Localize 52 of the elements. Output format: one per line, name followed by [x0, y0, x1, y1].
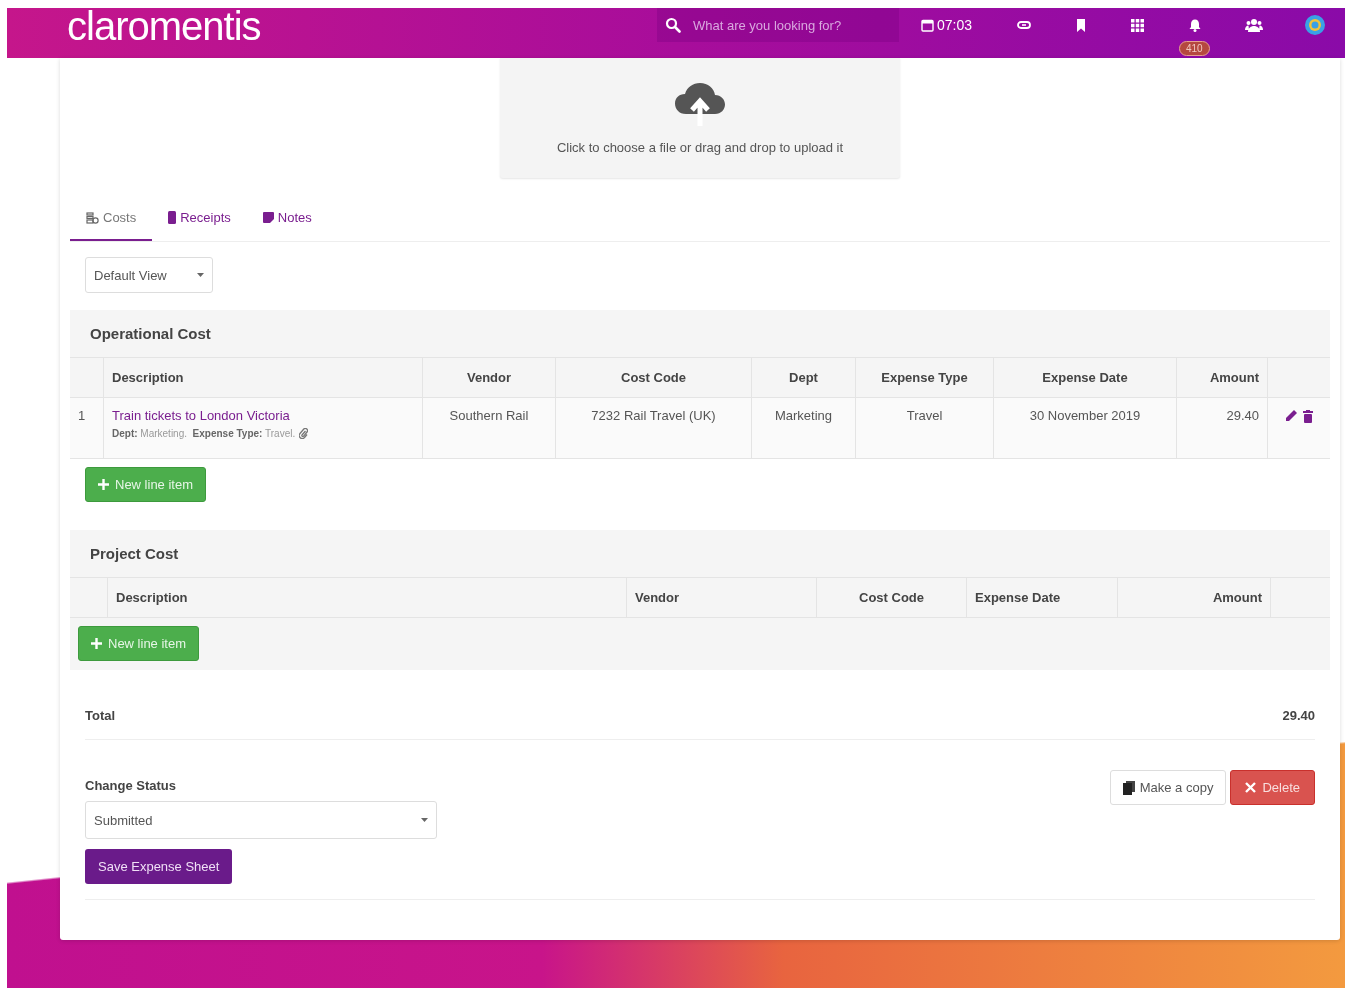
item-details: Dept: Marketing. Expense Type: Travel.: [112, 428, 296, 439]
column-header: Vendor: [626, 577, 816, 617]
search-icon: [665, 17, 681, 33]
column-header: Expense Type: [855, 357, 993, 397]
grid-icon[interactable]: [1131, 18, 1144, 32]
field-label: Change Status: [85, 778, 176, 793]
column-header: Vendor: [422, 357, 555, 397]
column-header: Amount: [1117, 577, 1270, 617]
bell-icon[interactable]: [1189, 18, 1201, 32]
cloud-upload-icon: [674, 81, 726, 126]
column-header: Amount: [1176, 357, 1267, 397]
total-amount: 29.40: [1282, 708, 1315, 723]
column-header: Description: [107, 577, 626, 617]
people-icon[interactable]: [1245, 18, 1263, 32]
receipt-icon: [168, 211, 177, 224]
paperclip-icon: [299, 428, 309, 439]
section-title: Project Cost: [89, 544, 180, 564]
upload-hint: Click to choose a file or drag and drop to upload it: [556, 139, 844, 155]
close-icon: [1245, 782, 1257, 793]
avatar-icon[interactable]: [1305, 15, 1325, 35]
column-header: Description: [103, 357, 422, 397]
upload-dropzone[interactable]: Click to choose a file or drag and drop to upload it: [500, 58, 900, 178]
view-dropdown[interactable]: Default View: [85, 257, 213, 293]
link-icon[interactable]: [1017, 21, 1031, 29]
tab[interactable]: Notes: [246, 202, 328, 241]
column-header: Cost Code: [816, 577, 966, 617]
bookmark-icon[interactable]: [1076, 18, 1086, 32]
pencil-icon[interactable]: [1285, 410, 1297, 422]
calendar-icon: [921, 18, 934, 32]
coins-icon: [86, 211, 99, 224]
caret-icon: [197, 273, 204, 277]
column-header: Expense Date: [966, 577, 1117, 617]
copy-icon: [1122, 780, 1135, 795]
tab[interactable]: Costs: [70, 202, 153, 241]
notification-badge: 410: [1179, 40, 1210, 56]
save-button[interactable]: Save Expense Sheet: [85, 849, 233, 884]
logo[interactable]: claromentis: [67, 8, 657, 46]
plus-icon: [98, 479, 109, 490]
total-label: Total: [85, 708, 116, 723]
tab[interactable]: Receipts: [152, 202, 247, 241]
status-dropdown[interactable]: Submitted: [85, 801, 437, 839]
column-header: Dept: [751, 357, 855, 397]
trash-icon[interactable]: [1303, 410, 1313, 423]
plus-icon: [91, 638, 102, 649]
clock-time: 07:03: [937, 17, 973, 33]
column-header: Expense Date: [993, 357, 1176, 397]
column-header: Cost Code: [555, 357, 751, 397]
section-title: Operational Cost: [89, 324, 212, 344]
copy-button[interactable]: Make a copy: [1109, 770, 1227, 805]
item-link[interactable]: Train tickets to London Victoria: [112, 408, 290, 423]
caret-icon: [421, 818, 428, 822]
note-icon: [262, 212, 274, 223]
